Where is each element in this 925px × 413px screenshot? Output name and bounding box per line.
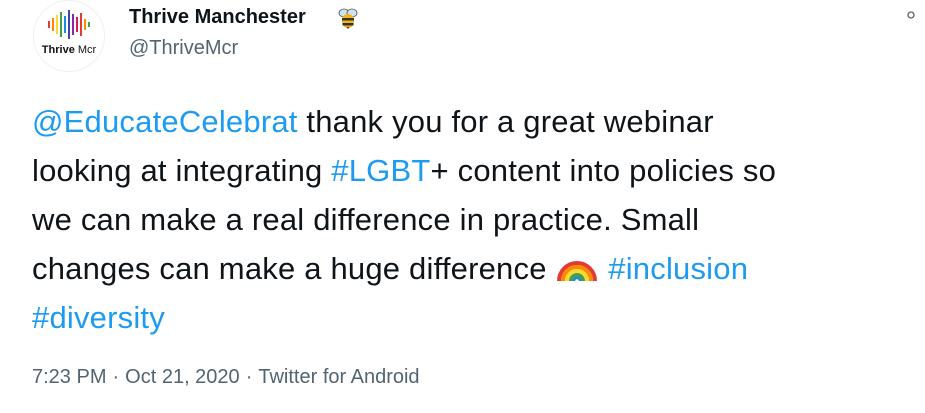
avatar[interactable]: Thrive Mcr bbox=[33, 0, 105, 72]
rainbow-icon bbox=[557, 261, 598, 282]
user-handle[interactable]: @ThriveMcr bbox=[129, 37, 238, 60]
tweet-line: looking at integrating #LGBT+ content in… bbox=[32, 153, 777, 188]
tweet-line: changes can make a huge difference #incl… bbox=[32, 251, 749, 286]
more-options-icon[interactable] bbox=[906, 10, 916, 20]
tweet-meta: 7:23 PM · Oct 21, 2020 · Twitter for Android bbox=[32, 366, 420, 389]
hashtag-link-lgbt[interactable]: #LGBT bbox=[331, 153, 430, 188]
tweet-line: we can make a real difference in practic… bbox=[32, 202, 700, 237]
tweet-source[interactable]: Twitter for Android bbox=[258, 366, 419, 388]
mention-link[interactable]: @EducateCelebrat bbox=[32, 104, 298, 139]
tweet-date[interactable]: Oct 21, 2020 bbox=[125, 366, 240, 388]
avatar-logo-text: Thrive Mcr bbox=[41, 44, 97, 56]
tweet-time[interactable]: 7:23 PM bbox=[32, 366, 106, 388]
soundwave-logo-icon bbox=[48, 10, 90, 39]
meta-separator: · bbox=[112, 366, 120, 388]
tweet-line: #diversity bbox=[32, 293, 917, 342]
hashtag-link-diversity[interactable]: #diversity bbox=[32, 300, 165, 335]
display-name[interactable]: Thrive Manchester bbox=[129, 6, 306, 29]
bee-icon bbox=[338, 8, 358, 29]
tweet: Thrive Mcr Thrive Manchester @ThriveMcr … bbox=[0, 0, 925, 413]
hashtag-link-inclusion[interactable]: #inclusion bbox=[608, 251, 748, 286]
tweet-line: @EducateCelebrat thank you for a great w… bbox=[32, 104, 714, 139]
meta-separator: · bbox=[245, 366, 253, 388]
tweet-text: @EducateCelebrat thank you for a great w… bbox=[32, 97, 917, 342]
